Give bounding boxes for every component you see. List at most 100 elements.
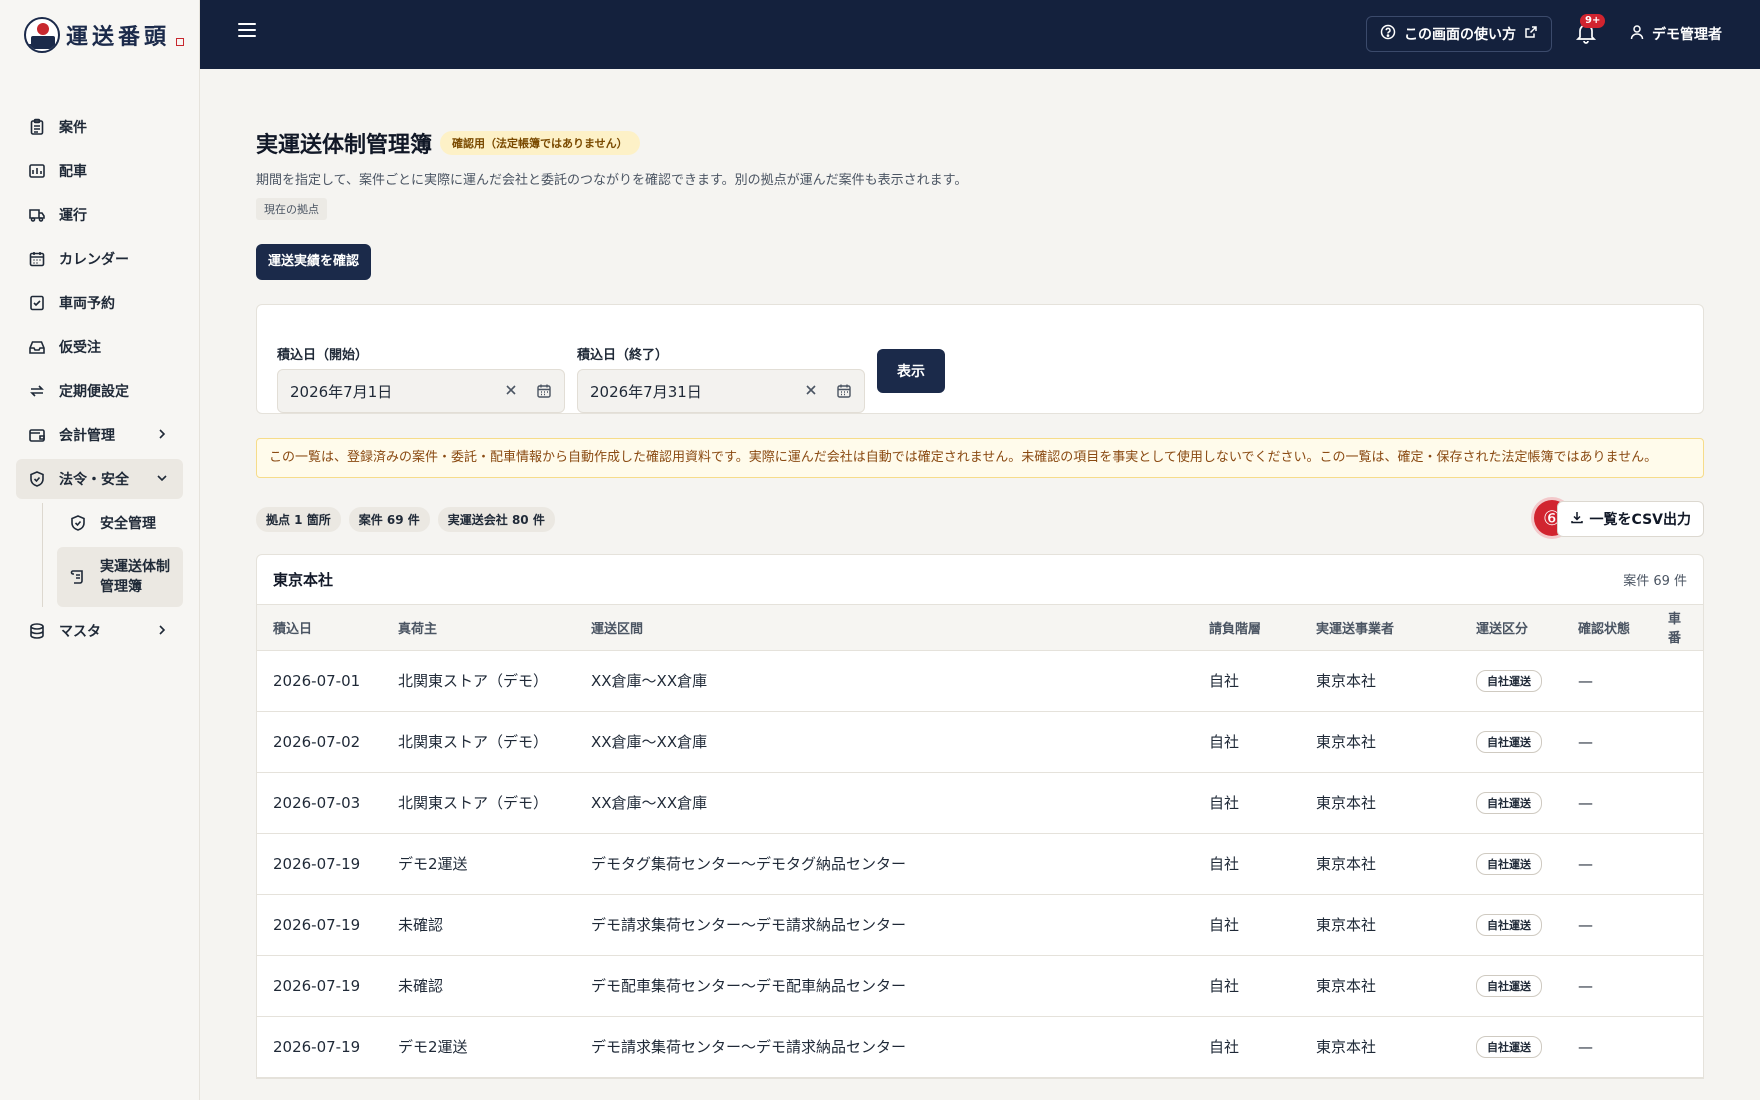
shield-icon [28, 470, 46, 488]
csv-export-button[interactable]: 一覧をCSV出力 [1556, 501, 1704, 537]
contract-tier-cell: 自社 [1193, 1016, 1300, 1078]
summary-stats: 拠点 1 箇所 案件 69 件 実運送会社 80 件 ⑥ 一覧をCSV出力 [256, 500, 1704, 538]
clear-icon[interactable] [804, 383, 818, 401]
column-header[interactable]: 運送区間 [575, 605, 1193, 651]
sidebar-item-operation[interactable]: 運行 [16, 195, 183, 235]
sidebar-item-label: 安全管理 [100, 516, 156, 532]
sidebar-item-carrier-register[interactable]: 実運送体制管理簿 [57, 547, 183, 607]
sidebar-item-accounting[interactable]: 会計管理 [16, 415, 183, 455]
clipboard-icon [28, 118, 46, 136]
chevron-right-icon [155, 623, 169, 641]
carrier-cell: 東京本社 [1300, 1016, 1460, 1078]
calendar-icon[interactable] [836, 383, 852, 403]
contract-tier-cell: 自社 [1193, 711, 1300, 773]
contract-tier-cell: 自社 [1193, 650, 1300, 712]
column-header[interactable]: 請負階層 [1193, 605, 1300, 651]
view-transport-results-button[interactable]: 運送実績を確認 [256, 244, 372, 280]
column-header[interactable]: 真荷主 [382, 605, 575, 651]
contract-tier-cell: 自社 [1193, 955, 1300, 1017]
loading-date-cell: 2026-07-02 [257, 711, 382, 773]
column-header[interactable]: 積込日 [257, 605, 382, 651]
shipper-cell: デモ2運送 [382, 833, 575, 895]
calendar-icon[interactable] [536, 383, 552, 403]
shipper-cell: 未確認 [382, 894, 575, 956]
help-button[interactable]: この画面の使い方 [1366, 16, 1552, 52]
user-menu[interactable]: デモ管理者 [1630, 24, 1722, 44]
clear-icon[interactable] [504, 383, 518, 401]
main-content: 実運送体制管理簿 確認用（法定帳簿ではありません） 期間を指定して、案件ごとに実… [256, 69, 1704, 1079]
column-header[interactable]: 車番 [1652, 605, 1703, 651]
logo-mark-icon [24, 16, 60, 53]
csv-export-label: 一覧をCSV出力 [1589, 512, 1691, 528]
vehicle-number-cell [1652, 955, 1703, 1017]
sidebar-item-cases[interactable]: 案件 [16, 107, 183, 147]
menu-icon[interactable] [238, 23, 256, 43]
repeat-icon [28, 382, 46, 400]
vehicle-number-cell [1652, 894, 1703, 956]
table-row[interactable]: 2026-07-01 北関東ストア（デモ） XX倉庫～XX倉庫 自社 東京本社 … [257, 650, 1703, 712]
loading-date-cell: 2026-07-19 [257, 833, 382, 895]
app-logo[interactable]: 運送番頭 [0, 0, 199, 69]
end-date-input[interactable]: 2026年7月31日 [577, 369, 865, 413]
sidebar-nav: 案件 配車 運行 カレンダー 車両予約 仮受注 定期便設定 会計管理 法令・安全… [0, 107, 199, 651]
confirmation-status-cell: — [1562, 833, 1652, 895]
transport-type-badge: 自社運送 [1476, 852, 1542, 875]
contract-tier-cell: 自社 [1193, 894, 1300, 956]
sidebar-item-tentative-orders[interactable]: 仮受注 [16, 327, 183, 367]
table-row[interactable]: 2026-07-19 未確認 デモ配車集荷センター～デモ配車納品センター 自社 … [257, 955, 1703, 1017]
logo-stamp-icon [176, 37, 185, 46]
top-bar: この画面の使い方 9+ デモ管理者 [200, 0, 1760, 69]
transport-type-badge: 自社運送 [1476, 730, 1542, 753]
sidebar-item-legal-safety[interactable]: 法令・安全 [16, 459, 183, 499]
shipper-cell: デモ2運送 [382, 1016, 575, 1078]
confirmation-status-cell: — [1562, 650, 1652, 712]
sidebar-item-safety-management[interactable]: 安全管理 [57, 503, 183, 543]
end-date-value: 2026年7月31日 [590, 382, 702, 401]
loading-date-cell: 2026-07-19 [257, 894, 382, 956]
sidebar-item-regular-service[interactable]: 定期便設定 [16, 371, 183, 411]
route-cell: デモ請求集荷センター～デモ請求納品センター [575, 1016, 1193, 1078]
sidebar-item-master[interactable]: マスタ [16, 611, 183, 651]
column-header[interactable]: 実運送事業者 [1300, 605, 1460, 651]
start-date-label: 積込日（開始） [277, 348, 369, 363]
table-row[interactable]: 2026-07-19 デモ2運送 デモ請求集荷センター～デモ請求納品センター 自… [257, 1016, 1703, 1078]
loading-date-cell: 2026-07-03 [257, 772, 382, 834]
start-date-value: 2026年7月1日 [290, 382, 393, 401]
carrier-cell: 東京本社 [1300, 711, 1460, 773]
transport-type-badge: 自社運送 [1476, 1035, 1542, 1058]
branch-header: 東京本社 案件 69 件 [257, 555, 1703, 605]
shipper-cell: 北関東ストア（デモ） [382, 772, 575, 834]
route-cell: XX倉庫～XX倉庫 [575, 772, 1193, 834]
column-header[interactable]: 運送区分 [1460, 605, 1562, 651]
title-row: 実運送体制管理簿 確認用（法定帳簿ではありません） [256, 127, 1704, 159]
current-base-tag: 現在の拠点 [256, 198, 327, 220]
sidebar-item-calendar[interactable]: カレンダー [16, 239, 183, 279]
help-circle-icon [1380, 24, 1396, 44]
transport-type-badge: 自社運送 [1476, 913, 1542, 936]
table-row[interactable]: 2026-07-19 デモ2運送 デモタグ集荷センター～デモタグ納品センター 自… [257, 833, 1703, 895]
start-date-input[interactable]: 2026年7月1日 [277, 369, 565, 413]
column-header[interactable]: 確認状態 [1562, 605, 1652, 651]
transport-type-cell: 自社運送 [1460, 1016, 1562, 1078]
route-cell: デモ配車集荷センター～デモ配車納品センター [575, 955, 1193, 1017]
sidebar-item-vehicle-booking[interactable]: 車両予約 [16, 283, 183, 323]
help-button-label: この画面の使い方 [1404, 27, 1516, 43]
sidebar-item-label: カレンダー [59, 252, 129, 268]
shield-check-icon [69, 514, 87, 532]
chevron-right-icon [155, 427, 169, 445]
show-button[interactable]: 表示 [877, 349, 945, 393]
table-row[interactable]: 2026-07-03 北関東ストア（デモ） XX倉庫～XX倉庫 自社 東京本社 … [257, 772, 1703, 834]
sidebar-item-dispatch[interactable]: 配車 [16, 151, 183, 191]
notification-badge: 9+ [1580, 14, 1606, 28]
transport-type-cell: 自社運送 [1460, 711, 1562, 773]
table-row[interactable]: 2026-07-19 未確認 デモ請求集荷センター～デモ請求納品センター 自社 … [257, 894, 1703, 956]
shipper-cell: 北関東ストア（デモ） [382, 711, 575, 773]
calendar-icon [28, 250, 46, 268]
branch-table-card: 東京本社 案件 69 件 積込日 真荷主 運送区間 請負階層 実運送事業者 運送… [256, 554, 1704, 1079]
check-calendar-icon [28, 294, 46, 312]
vehicle-number-cell [1652, 711, 1703, 773]
table-row[interactable]: 2026-07-02 北関東ストア（デモ） XX倉庫～XX倉庫 自社 東京本社 … [257, 711, 1703, 773]
confirmation-status-cell: — [1562, 894, 1652, 956]
loading-date-cell: 2026-07-19 [257, 1016, 382, 1078]
carrier-cell: 東京本社 [1300, 894, 1460, 956]
